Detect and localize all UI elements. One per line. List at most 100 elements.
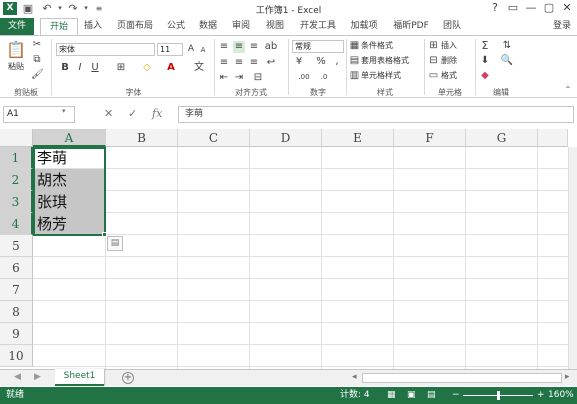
row-header-3[interactable]: 3 [0,191,33,213]
column-header-partial[interactable] [538,129,568,147]
quick-analysis-icon[interactable]: ▤ [107,236,123,251]
row-header-2[interactable]: 2 [0,169,33,191]
clear-icon[interactable]: ◆ [479,70,491,82]
cell-style-button[interactable]: 单元格样式 [361,70,401,82]
column-header-e[interactable]: E [322,129,394,147]
increase-font-icon[interactable]: A [186,43,196,55]
zoom-slider-thumb[interactable] [497,391,500,400]
tab-insert[interactable]: 插入 [78,18,108,35]
horizontal-scrollbar[interactable] [362,373,562,383]
cell-a1[interactable]: 李萌 [34,147,105,169]
align-center-icon[interactable]: ≡ [233,57,245,69]
increase-indent-icon[interactable]: ⇥ [233,72,245,84]
tab-developer[interactable]: 开发工具 [294,18,342,35]
column-header-c[interactable]: C [178,129,250,147]
italic-button[interactable]: I [75,62,85,74]
ribbon-display-button[interactable]: ▭ [505,1,521,14]
format-painter-icon[interactable]: 🖌 [31,69,44,81]
delete-cells-button[interactable]: 删除 [441,55,457,67]
tab-page-layout[interactable]: 页面布局 [110,18,160,35]
font-name-select[interactable]: 宋体 [56,43,155,56]
column-header-g[interactable]: G [466,129,538,147]
close-button[interactable]: ✕ [559,1,575,14]
align-right-icon[interactable]: ≡ [248,57,260,69]
orientation-icon[interactable]: ab [264,41,278,53]
column-header-b[interactable]: B [106,129,178,147]
tab-formulas[interactable]: 公式 [161,18,191,35]
select-all-button[interactable] [0,129,33,147]
decrease-indent-icon[interactable]: ⇤ [218,72,230,84]
tab-review[interactable]: 审阅 [226,18,256,35]
underline-button[interactable]: U [90,62,100,74]
align-bottom-icon[interactable]: ≡ [248,41,260,53]
confirm-entry-button[interactable]: ✓ [128,107,137,120]
table-format-button[interactable]: 套用表格格式 [361,55,409,67]
comma-style-icon[interactable]: , [331,56,343,68]
align-left-icon[interactable]: ≡ [218,57,230,69]
bold-button[interactable]: B [60,62,70,74]
number-format-select[interactable]: 常规 [292,40,344,53]
zoom-level[interactable]: 160% [548,387,574,404]
tab-file[interactable]: 文件 [0,18,34,35]
zoom-in-button[interactable]: + [537,387,545,404]
sort-filter-icon[interactable]: ⇅ [500,40,514,52]
conditional-format-button[interactable]: 条件格式 [361,40,393,52]
cell-a2[interactable]: 胡杰 [34,169,105,191]
format-cells-button[interactable]: 格式 [441,70,457,82]
row-header-7[interactable]: 7 [0,279,33,301]
tab-team[interactable]: 团队 [437,18,467,35]
page-layout-view-icon[interactable]: ▣ [407,387,416,404]
wrap-text-icon[interactable]: ↩ [264,57,278,69]
column-header-d[interactable]: D [250,129,322,147]
sheet-tab-sheet1[interactable]: Sheet1 [55,369,104,386]
collapse-ribbon-icon[interactable]: ⌃ [563,84,573,96]
insert-function-button[interactable]: fx [152,107,162,120]
cell-a3[interactable]: 张琪 [34,191,105,213]
currency-icon[interactable]: ¥ [293,56,305,68]
cut-icon[interactable]: ✂ [31,39,43,51]
borders-icon[interactable]: ⊞ [114,62,128,74]
phonetic-icon[interactable]: 文 [192,62,206,74]
row-header-9[interactable]: 9 [0,323,33,345]
copy-icon[interactable]: ⧉ [31,54,43,66]
merge-center-icon[interactable]: ⊟ [250,72,266,84]
column-header-a[interactable]: A [33,129,106,147]
tab-data[interactable]: 数据 [193,18,223,35]
row-header-10[interactable]: 10 [0,345,33,367]
row-header-8[interactable]: 8 [0,301,33,323]
find-select-icon[interactable]: 🔍 [500,55,514,67]
tab-foxit-pdf[interactable]: 福昕PDF [387,18,435,35]
row-header-5[interactable]: 5 [0,235,33,257]
fill-color-icon[interactable]: ◇ [140,62,154,74]
cancel-entry-button[interactable]: ✕ [104,107,113,120]
normal-view-icon[interactable]: ▦ [387,387,396,404]
decrease-decimal-icon[interactable]: .0 [316,71,332,83]
tab-add-ins[interactable]: 加载项 [345,18,383,35]
scroll-left-icon[interactable]: ◂ [352,372,357,382]
column-header-f[interactable]: F [394,129,466,147]
minimize-button[interactable]: — [523,1,539,14]
cell-a4[interactable]: 杨芳 [34,213,105,235]
login-link[interactable]: 登录 [553,18,571,35]
zoom-out-button[interactable]: − [452,387,460,404]
font-size-select[interactable]: 11 [157,43,183,56]
formula-input[interactable]: 李萌 [178,106,574,123]
font-color-icon[interactable]: A [164,62,178,74]
insert-cells-button[interactable]: 插入 [441,40,457,52]
paste-icon[interactable]: 📋 [6,41,26,59]
page-break-view-icon[interactable]: ▤ [427,387,436,404]
row-header-6[interactable]: 6 [0,257,33,279]
align-middle-icon[interactable]: ≡ [233,41,245,53]
prev-sheet-icon[interactable]: ◀ [14,372,21,382]
name-box-dropdown-icon[interactable]: ▾ [62,107,66,115]
add-sheet-button[interactable]: + [122,372,134,384]
help-button[interactable]: ? [487,1,503,14]
vertical-scrollbar[interactable] [568,147,577,369]
maximize-button[interactable]: ▢ [541,1,557,14]
next-sheet-icon[interactable]: ▶ [34,372,41,382]
tab-home[interactable]: 开始 [40,18,78,36]
percent-icon[interactable]: % [315,56,327,68]
tab-view[interactable]: 视图 [260,18,290,35]
scroll-right-icon[interactable]: ▸ [565,372,570,382]
align-top-icon[interactable]: ≡ [218,41,230,53]
